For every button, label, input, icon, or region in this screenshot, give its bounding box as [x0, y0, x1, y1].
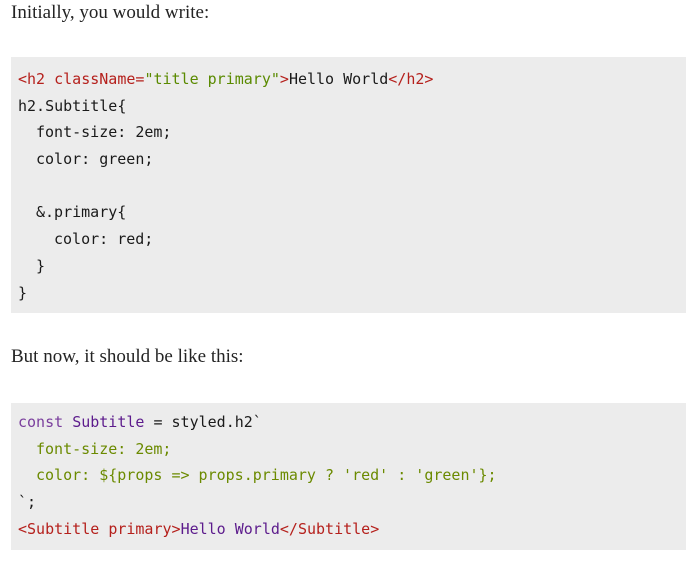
- code-token-string: "title primary": [144, 70, 280, 88]
- code-token-text: = styled.h2`: [144, 413, 262, 431]
- code-token-open-tag: <h2: [18, 70, 55, 88]
- code-line: color: red;: [54, 230, 154, 249]
- code-token-keyword: const: [18, 413, 64, 431]
- code-token-end-tag: </h2>: [388, 70, 434, 88]
- code-line: h2.Subtitle{: [18, 96, 127, 115]
- code-line: <h2 className="title primary">Hello Worl…: [18, 66, 686, 93]
- code-block-styled-components: const Subtitle = styled.h2` font-size: 2…: [11, 403, 686, 550]
- code-line: const Subtitle = styled.h2`: [18, 409, 686, 436]
- transition-paragraph: But now, it should be like this:: [11, 346, 244, 367]
- intro-paragraph: Initially, you would write:: [11, 2, 210, 23]
- code-token-bracket: >: [279, 70, 289, 88]
- code-line: font-size: 2em;: [36, 439, 172, 458]
- code-token-end-tag: </Subtitle>: [279, 519, 380, 538]
- code-block-html-css: <h2 className="title primary">Hello Worl…: [11, 57, 686, 313]
- code-token-bracket: >: [171, 519, 181, 538]
- code-line: `;: [18, 493, 37, 512]
- code-token-text: Hello World: [180, 519, 280, 538]
- code-line: &.primary{: [36, 203, 127, 222]
- code-token-text: Hello World: [288, 70, 389, 88]
- code-token-definition: Subtitle: [72, 413, 145, 431]
- code-token-attribute: className=: [54, 70, 145, 88]
- code-line: }: [36, 256, 46, 275]
- code-line: font-size: 2em;: [36, 123, 172, 142]
- code-line: color: green;: [36, 150, 154, 169]
- code-line: <Subtitle primary>Hello World</Subtitle>: [18, 516, 686, 543]
- code-line: }: [18, 283, 28, 302]
- code-token-open-tag: <Subtitle: [18, 519, 109, 538]
- code-token-attribute: primary: [108, 519, 172, 538]
- code-line: color: ${props => props.primary ? 'red' …: [36, 466, 497, 485]
